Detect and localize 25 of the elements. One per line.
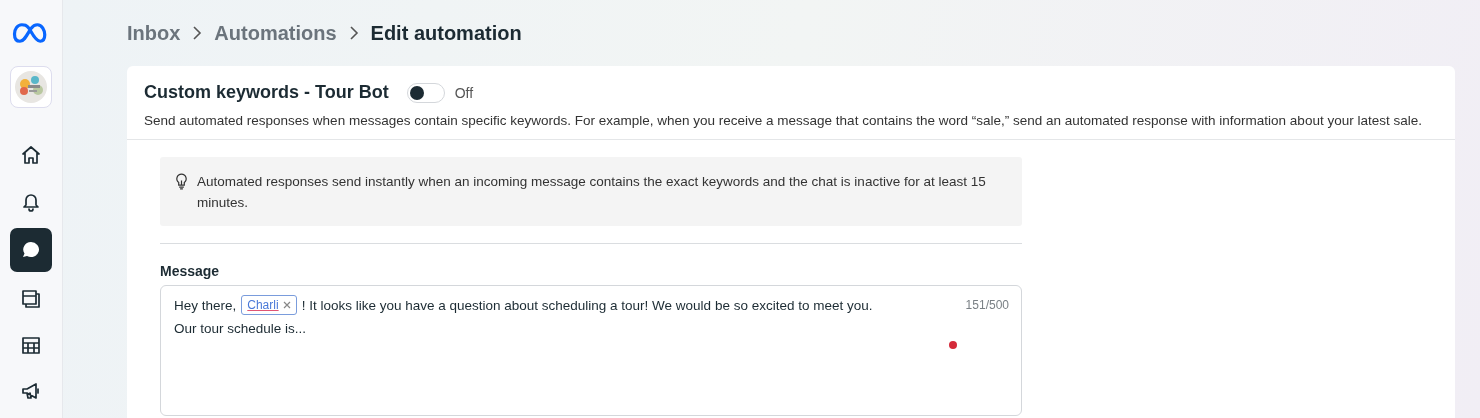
lightbulb-icon	[175, 173, 188, 190]
table-icon	[20, 334, 42, 356]
chevron-icon	[192, 26, 203, 40]
toggle-switch[interactable]	[406, 82, 445, 103]
breadcrumb-link[interactable]: Inbox	[127, 21, 181, 45]
nav-item[interactable]	[10, 228, 52, 272]
character-counter: 151/500	[965, 298, 1009, 314]
tip-text: Automated responses send instantly when an incoming message contains the exact keywords and the chat is inactive for at least 15 minutes.	[197, 173, 987, 212]
toggle-label: Off	[454, 84, 474, 101]
megaphone-icon	[20, 380, 42, 402]
message-field[interactable]: Hey there, Charli ! It looks like you have a question about scheduling a tour! We would be so excited to meet you. Our tour schedule is... 151/500	[160, 285, 1022, 416]
message-text: Our tour schedule is...	[174, 321, 308, 336]
automation-title: Custom keywords - Tour Bot	[144, 82, 389, 103]
home-icon	[20, 144, 42, 166]
page-title: Edit automation	[370, 21, 522, 45]
pages-icon	[20, 288, 42, 310]
close-icon[interactable]	[282, 301, 291, 309]
token-chip[interactable]: Charli	[241, 295, 297, 315]
message-text: ! It looks like you have a question about scheduling a tour! We would be so excited to meet you.	[301, 297, 873, 313]
chevron-icon	[348, 26, 359, 40]
breadcrumb-link[interactable]: Automations	[214, 21, 337, 45]
message-text: Hey there,	[174, 297, 237, 313]
automation-description: Send automated responses when messages contain specific keywords. For example, when you receive a message that contains the word “sale,” send an automated response with information about your latest sale.	[144, 112, 1423, 130]
pointer-dot	[949, 341, 957, 349]
field-label: Message	[160, 263, 221, 279]
